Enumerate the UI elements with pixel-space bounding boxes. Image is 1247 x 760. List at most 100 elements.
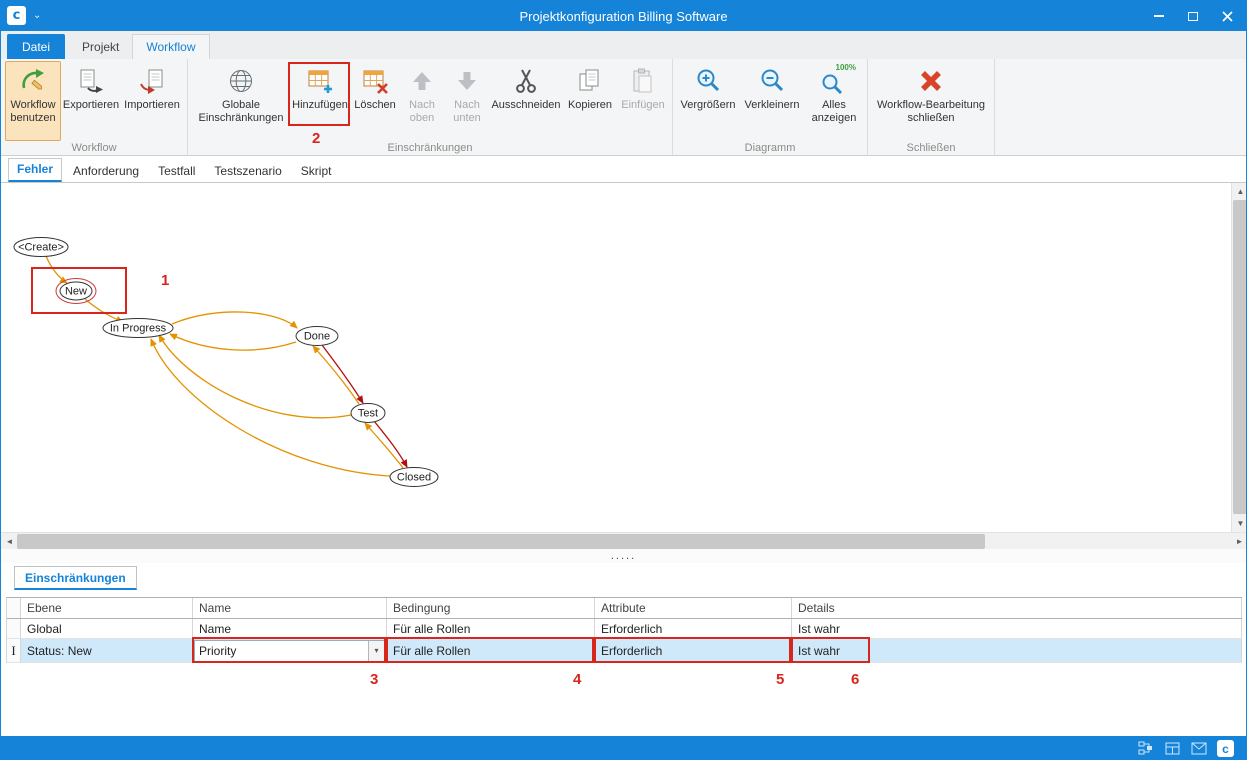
copy-label: Kopieren (568, 99, 612, 112)
close-workflow-button[interactable]: Workflow-Bearbeitung schließen (872, 61, 990, 141)
paste-icon (627, 65, 659, 97)
mail-icon[interactable] (1190, 740, 1208, 758)
group-label-diagramm: Diagramm (673, 142, 867, 154)
vertical-scroll-thumb[interactable] (1233, 200, 1247, 514)
zoom-out-button[interactable]: Verkleinern (739, 61, 805, 141)
use-workflow-icon (17, 65, 49, 97)
zoom-in-button[interactable]: Vergrößern (677, 61, 739, 141)
zoom-100-badge: 100% (836, 63, 856, 72)
copy-icon (574, 65, 606, 97)
title-bar: c ⌄ Projektkonfiguration Billing Softwar… (1, 1, 1246, 31)
scroll-right-arrow[interactable]: ► (1231, 533, 1247, 550)
ribbon-group-workflow: Workflow benutzen Exportieren (1, 59, 188, 155)
delete-constraint-button[interactable]: Löschen (350, 61, 400, 141)
node-done-label: Done (304, 331, 330, 343)
import-icon (136, 65, 168, 97)
move-up-button: Nach oben (400, 61, 444, 141)
cell-details[interactable]: Ist wahr (792, 619, 1242, 638)
group-label-schliessen: Schließen (868, 142, 994, 154)
cell-ebene[interactable]: Global (21, 619, 193, 638)
column-header-attribute[interactable]: Attribute (595, 598, 792, 618)
cell-bedingung[interactable]: Für alle Rollen (387, 619, 595, 638)
zoom-all-label: Alles anzeigen (806, 99, 862, 124)
horizontal-scrollbar[interactable]: ◄ ► (1, 532, 1247, 549)
node-test[interactable]: Test (351, 404, 385, 423)
cell-name[interactable]: Name (193, 619, 387, 638)
column-header-bedingung[interactable]: Bedingung (387, 598, 595, 618)
paste-button: Einfügen (618, 61, 668, 141)
row-gutter (7, 619, 21, 638)
close-button[interactable] (1210, 1, 1244, 31)
flowchart-icon[interactable] (1136, 740, 1154, 758)
import-button[interactable]: Importieren (121, 61, 183, 141)
chevron-down-icon: ▾ (374, 646, 378, 655)
combobox-dropdown-button[interactable]: ▾ (368, 641, 384, 661)
horizontal-scroll-thumb[interactable] (17, 534, 985, 549)
node-closed[interactable]: Closed (390, 468, 438, 487)
application-window: c ⌄ Projektkonfiguration Billing Softwar… (0, 0, 1247, 760)
move-down-label: Nach unten (445, 99, 489, 124)
node-in-progress[interactable]: In Progress (103, 319, 173, 338)
column-header-details[interactable]: Details (792, 598, 1242, 618)
tab-datei[interactable]: Datei (7, 34, 65, 59)
doc-tab-fehler[interactable]: Fehler (8, 158, 62, 182)
node-done[interactable]: Done (296, 327, 338, 346)
arrow-up-icon (406, 65, 438, 97)
node-test-label: Test (358, 408, 378, 420)
column-header-name[interactable]: Name (193, 598, 387, 618)
cell-details[interactable]: Ist wahr (792, 639, 1242, 662)
minimize-icon (1154, 15, 1164, 17)
tab-projekt[interactable]: Projekt (69, 34, 132, 59)
maximize-button[interactable] (1176, 1, 1210, 31)
global-constraints-button[interactable]: Globale Einschränkungen (192, 61, 290, 141)
priority-combobox[interactable]: Priority ▾ (194, 640, 385, 662)
window-title: Projektkonfiguration Billing Software (1, 1, 1246, 31)
minimize-button[interactable] (1142, 1, 1176, 31)
node-create[interactable]: <Create> (14, 238, 68, 257)
global-constraints-label: Globale Einschränkungen (193, 99, 289, 124)
paste-label: Einfügen (621, 99, 664, 112)
zoom-all-button[interactable]: 100% Alles anzeigen (805, 61, 863, 141)
zoom-100-icon: 100% (818, 65, 850, 97)
scroll-down-arrow[interactable]: ▼ (1232, 515, 1247, 532)
scroll-up-arrow[interactable]: ▲ (1232, 183, 1247, 200)
tab-workflow[interactable]: Workflow (132, 34, 209, 59)
use-workflow-button[interactable]: Workflow benutzen (5, 61, 61, 141)
cell-name: Priority ▾ (193, 639, 387, 662)
globe-icon (225, 65, 257, 97)
cell-bedingung[interactable]: Für alle Rollen (387, 639, 595, 662)
column-header-ebene[interactable]: Ebene (21, 598, 193, 618)
table-row-global[interactable]: Global Name Für alle Rollen Erforderlich… (7, 619, 1242, 639)
add-constraint-button[interactable]: Hinzufügen (290, 61, 350, 141)
export-icon (75, 65, 107, 97)
doc-tab-skript[interactable]: Skript (293, 161, 340, 182)
workflow-diagram[interactable]: <Create> New In Progress Done Test C (1, 183, 1231, 532)
cell-ebene[interactable]: Status: New (21, 639, 193, 662)
doc-tab-testszenario[interactable]: Testszenario (206, 161, 289, 182)
doc-tab-anforderung[interactable]: Anforderung (65, 161, 147, 182)
diagram-canvas[interactable]: <Create> New In Progress Done Test C (1, 183, 1247, 549)
copy-button[interactable]: Kopieren (562, 61, 618, 141)
cut-button[interactable]: Ausschneiden (490, 61, 562, 141)
grid-view-icon[interactable] (1163, 740, 1181, 758)
delete-table-icon (359, 65, 391, 97)
export-button[interactable]: Exportieren (61, 61, 121, 141)
ribbon-tab-row: Datei Projekt Workflow (1, 31, 1246, 59)
doc-tab-testfall[interactable]: Testfall (150, 161, 203, 182)
use-workflow-label: Workflow benutzen (6, 99, 60, 124)
table-row-status-new[interactable]: I Status: New Priority ▾ Für alle Rollen… (7, 639, 1242, 663)
node-new[interactable]: New (56, 279, 96, 304)
scroll-left-arrow[interactable]: ◄ (1, 533, 18, 550)
maximize-icon (1188, 12, 1198, 21)
status-bar: c (1, 736, 1246, 760)
grid-header-row: Ebene Name Bedingung Attribute Details (7, 598, 1242, 619)
cell-attribute[interactable]: Erforderlich (595, 619, 792, 638)
tab-einschraenkungen[interactable]: Einschränkungen (14, 566, 137, 590)
tab-einschraenkungen-label: Einschränkungen (25, 571, 126, 585)
splitter-handle[interactable]: ..... (1, 549, 1246, 563)
cell-attribute[interactable]: Erforderlich (595, 639, 792, 662)
cut-label: Ausschneiden (491, 99, 560, 112)
vertical-scrollbar[interactable]: ▲ ▼ (1231, 183, 1247, 532)
statusbar-logo-icon[interactable]: c (1217, 740, 1234, 757)
ribbon-group-einschraenkungen: Globale Einschränkungen Hinzufügen (188, 59, 673, 155)
